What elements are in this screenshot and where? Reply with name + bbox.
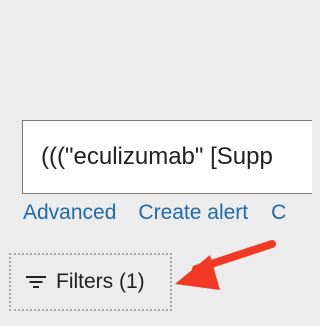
- filter-lines-icon: [26, 275, 46, 289]
- advanced-search-link[interactable]: Advanced: [23, 201, 116, 225]
- search-query-text: ((("eculizumab" [Supp: [41, 143, 273, 170]
- truncated-link[interactable]: C: [271, 201, 286, 225]
- create-alert-link[interactable]: Create alert: [138, 201, 248, 225]
- filters-label: Filters (1): [56, 270, 145, 293]
- search-links: Advanced Create alert C: [23, 200, 286, 226]
- annotation-arrow-head: [175, 255, 220, 290]
- filters-button[interactable]: Filters (1): [9, 253, 172, 311]
- search-input[interactable]: ((("eculizumab" [Supp: [22, 120, 312, 194]
- annotation-arrow-shaft: [192, 240, 276, 273]
